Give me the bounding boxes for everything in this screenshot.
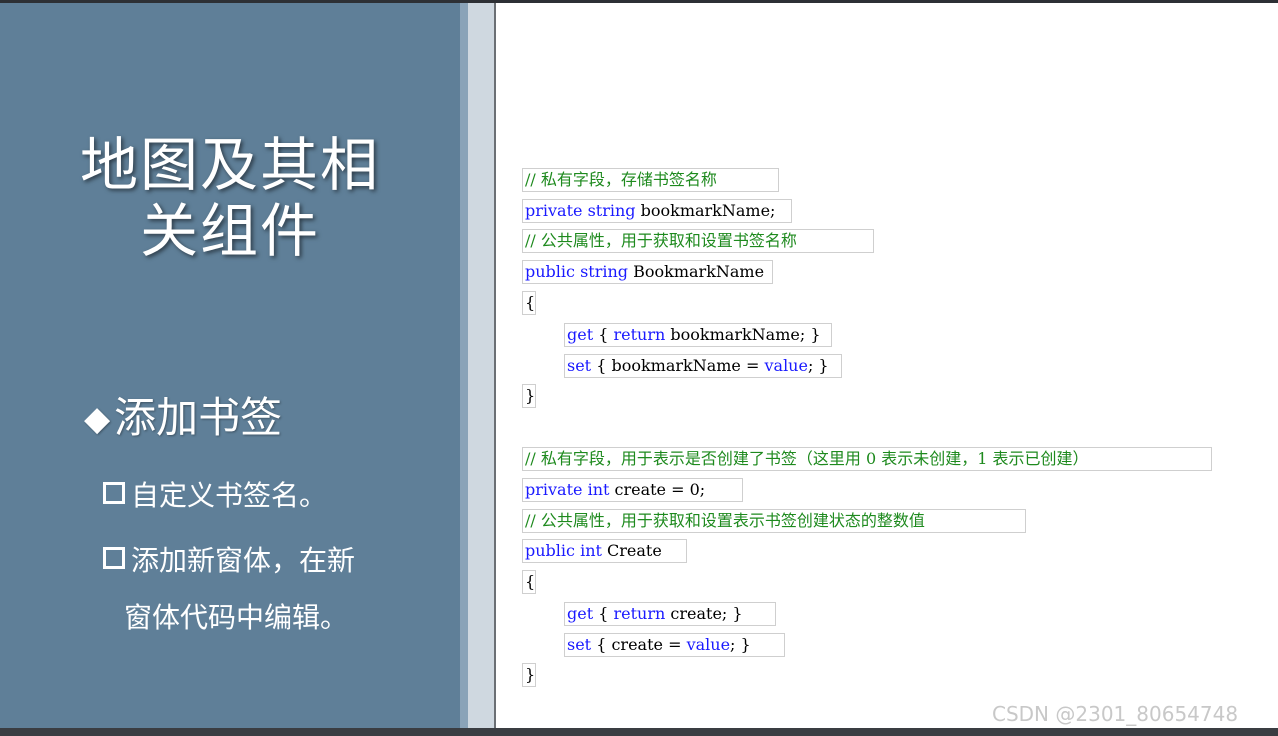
code-comment: // 公共属性，用于获取和设置表示书签创建状态的整数值: [525, 511, 925, 530]
slide-title-line2: 关组件: [139, 197, 320, 265]
code-line-5: {: [522, 291, 536, 315]
code-comment: // 公共属性，用于获取和设置书签名称: [525, 231, 797, 250]
sub-item-2-text: 添加新窗体，在新: [131, 544, 356, 577]
bullet-heading-text: 添加书签: [114, 393, 283, 442]
code-brace: }: [525, 665, 536, 684]
slide-title-line1: 地图及其相: [79, 131, 380, 199]
square-bullet-icon: [103, 482, 125, 504]
code-line-4: public string BookmarkName: [522, 260, 773, 284]
csdn-watermark: CSDN @2301_80654748: [992, 702, 1239, 726]
code-comment: // 私有字段，存储书签名称: [525, 170, 717, 189]
code-line-9: // 私有字段，用于表示是否创建了书签（这里用 0 表示未创建，1 表示已创建）: [522, 447, 1212, 471]
code-text: create = 0;: [609, 480, 706, 499]
code-text: create; }: [665, 604, 743, 623]
code-brace: }: [525, 386, 536, 405]
code-text: Create: [601, 541, 662, 560]
code-line-10: private int create = 0;: [522, 478, 743, 502]
code-text: bookmarkName; }: [665, 325, 821, 344]
code-text: bookmarkName;: [635, 201, 776, 220]
sub-item-2: 添加新窗体，在新: [103, 543, 355, 579]
code-keyword: return: [613, 325, 666, 344]
code-keyword: get: [567, 325, 594, 344]
code-line-11: // 公共属性，用于获取和设置表示书签创建状态的整数值: [522, 509, 1026, 533]
code-keyword: set: [567, 635, 592, 654]
code-keyword: private string: [525, 201, 636, 220]
code-line-12: public int Create: [522, 539, 687, 563]
code-text: BookmarkName: [628, 262, 765, 281]
code-keyword: value: [686, 635, 731, 654]
code-keyword: public string: [525, 262, 629, 281]
code-line-1: // 私有字段，存储书签名称: [522, 168, 779, 192]
diamond-bullet-icon: ◆: [84, 399, 111, 439]
code-line-13: {: [522, 570, 536, 594]
code-line-3: // 公共属性，用于获取和设置书签名称: [522, 229, 874, 253]
code-text: {: [593, 325, 614, 344]
code-text: ; }: [730, 635, 751, 654]
code-line-2: private string bookmarkName;: [522, 199, 792, 223]
code-line-8: }: [522, 384, 536, 408]
code-text: { create =: [591, 635, 687, 654]
code-keyword: get: [567, 604, 594, 623]
bottom-bar: [0, 728, 1278, 736]
code-keyword: return: [613, 604, 666, 623]
slide-stripe: [460, 3, 468, 728]
sub-item-1: 自定义书签名。: [103, 478, 327, 514]
code-keyword: public int: [525, 541, 602, 560]
square-bullet-icon: [103, 547, 125, 569]
slide-stripe-light: [468, 3, 494, 728]
code-line-6: get { return bookmarkName; }: [564, 323, 832, 347]
code-keyword: value: [764, 356, 808, 375]
code-comment: // 私有字段，用于表示是否创建了书签（这里用 0 表示未创建，1 表示已创建）: [525, 449, 1089, 468]
code-line-7: set { bookmarkName = value; }: [564, 354, 842, 378]
sub-item-1-text: 自定义书签名。: [131, 479, 328, 512]
code-text: {: [593, 604, 614, 623]
sub-item-2-continued: 窗体代码中编辑。: [124, 600, 348, 636]
code-brace: {: [525, 293, 536, 312]
slide-title: 地图及其相 关组件: [60, 132, 400, 264]
bullet-heading: ◆添加书签: [84, 392, 282, 445]
code-text: { bookmarkName =: [591, 356, 765, 375]
code-line-16: }: [522, 663, 536, 687]
code-keyword: set: [567, 356, 592, 375]
code-keyword: private int: [525, 480, 610, 499]
screenshot-frame: 地图及其相 关组件 ◆添加书签 自定义书签名。 添加新窗体，在新 窗体代码中编辑…: [0, 0, 1278, 736]
code-brace: {: [525, 572, 536, 591]
code-line-15: set { create = value; }: [564, 633, 785, 657]
code-line-14: get { return create; }: [564, 602, 776, 626]
sub-item-2-continued-text: 窗体代码中编辑。: [124, 601, 349, 634]
code-text: ; }: [807, 356, 829, 375]
